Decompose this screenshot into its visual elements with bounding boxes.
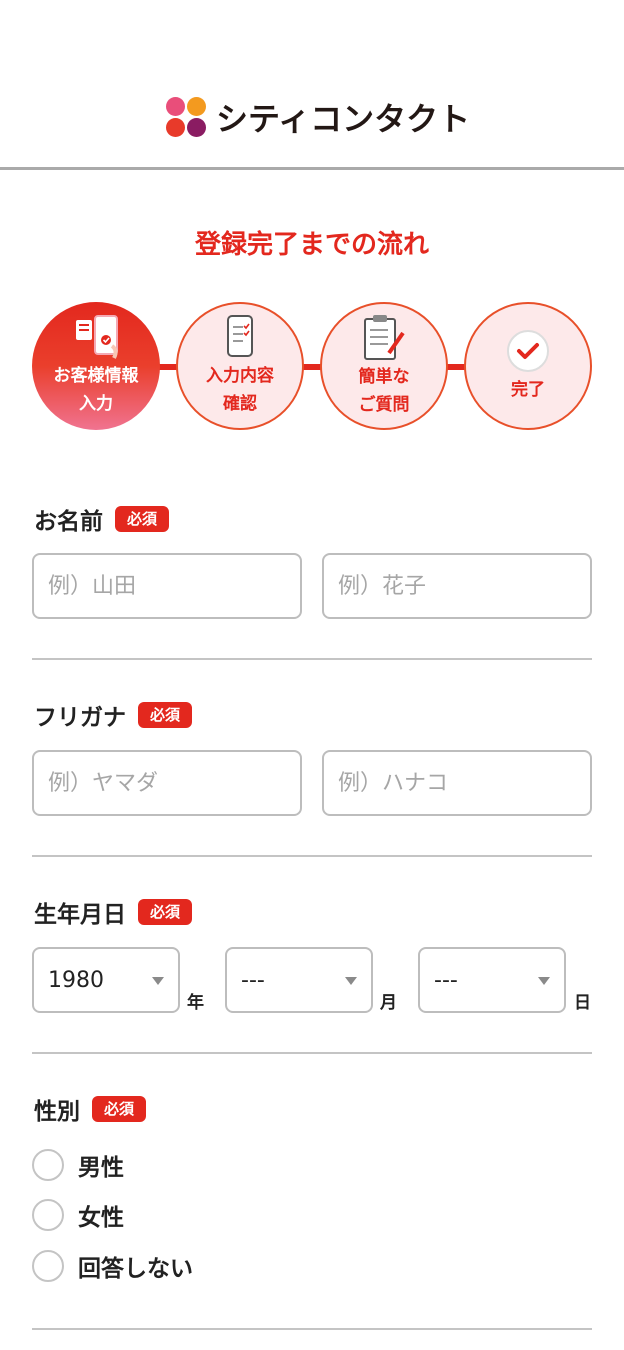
chevron-down-icon [345, 977, 357, 985]
birth-month-select[interactable]: --- [225, 947, 373, 1013]
last-name-kana-input[interactable] [32, 750, 302, 816]
radio-label: 回答しない [78, 1256, 193, 1282]
step-questions: 簡単な ご質問 [320, 302, 448, 430]
radio-button[interactable] [32, 1149, 64, 1181]
birth-year-select[interactable]: 1980 [32, 947, 180, 1013]
step-complete: 完了 [464, 302, 592, 430]
birth-month-value: --- [241, 967, 265, 993]
chevron-down-icon [152, 977, 164, 985]
last-name-input[interactable] [32, 553, 302, 619]
brand-name: シティコンタクト [216, 100, 471, 138]
divider [32, 1328, 592, 1330]
year-unit: 年 [187, 993, 204, 1013]
required-badge: 必須 [92, 1096, 147, 1122]
radio-button[interactable] [32, 1199, 64, 1231]
first-name-input[interactable] [322, 553, 592, 619]
brand-logo[interactable]: シティコンタクト [166, 94, 470, 140]
phone-document-icon [76, 315, 118, 359]
gender-label: 性別 必須 [34, 1092, 147, 1126]
smartphone-checklist-icon [227, 315, 253, 357]
furigana-label-text: フリガナ [34, 705, 126, 731]
step-customer-info: お客様情報 入力 [32, 302, 160, 430]
header: シティコンタクト [0, 0, 624, 170]
radio-button[interactable] [32, 1250, 64, 1282]
step-label: 入力内容 確認 [206, 366, 274, 414]
first-name-kana-input[interactable] [322, 750, 592, 816]
day-unit: 日 [574, 993, 591, 1013]
gender-option-male[interactable]: 男性 [32, 1148, 124, 1182]
radio-label: 男性 [78, 1155, 124, 1181]
birth-day-select[interactable]: --- [418, 947, 566, 1013]
name-label: お名前 必須 [34, 502, 170, 536]
step-confirm: 入力内容 確認 [176, 302, 304, 430]
birth-day-value: --- [434, 967, 458, 993]
required-badge: 必須 [138, 899, 193, 925]
month-unit: 月 [380, 993, 397, 1013]
check-circle-icon [507, 330, 549, 372]
required-badge: 必須 [138, 702, 193, 728]
birth-year-value: 1980 [48, 967, 104, 993]
logo-dots-icon [166, 97, 206, 137]
gender-option-female[interactable]: 女性 [32, 1198, 124, 1232]
step-label: お客様情報 入力 [53, 366, 139, 414]
registration-steps: お客様情報 入力 入力内容 確認 簡単な ご質問 完了 [0, 300, 624, 434]
divider [32, 855, 592, 857]
name-label-text: お名前 [34, 509, 103, 535]
clipboard-pen-icon [364, 315, 405, 360]
chevron-down-icon [538, 977, 550, 985]
gender-label-text: 性別 [34, 1099, 80, 1125]
required-badge: 必須 [115, 506, 170, 532]
birthday-label: 生年月日 必須 [34, 895, 193, 929]
divider [32, 1052, 592, 1054]
step-label: 簡単な ご質問 [358, 367, 410, 415]
flow-title: 登録完了までの流れ [194, 230, 429, 260]
birthday-label-text: 生年月日 [34, 902, 126, 928]
furigana-label: フリガナ 必須 [34, 698, 193, 732]
step-label: 完了 [511, 380, 545, 400]
divider [32, 658, 592, 660]
radio-label: 女性 [78, 1205, 124, 1231]
gender-option-no-answer[interactable]: 回答しない [32, 1249, 193, 1283]
